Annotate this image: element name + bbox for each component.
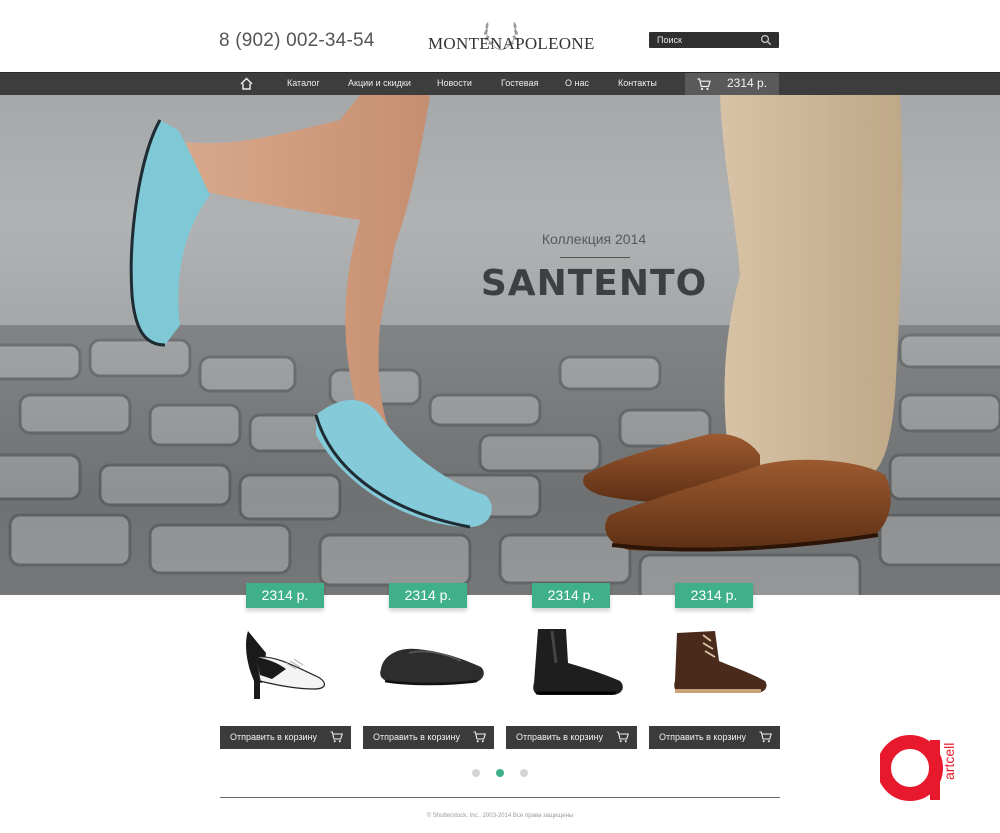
price-tag: 2314 р. [246,583,324,608]
nav-item-news[interactable]: Новости [437,78,472,88]
saddle-heel-shoe-image[interactable] [226,623,346,703]
header: 8 (902) 002-34-54 MONTENAPOLEONE [0,0,1000,72]
nav-item-catalog[interactable]: Каталог [287,78,320,88]
add-to-cart-label: Отправить в корзину [516,732,603,742]
add-to-cart-button[interactable]: Отправить в корзину [363,726,494,749]
cart-icon [473,731,486,743]
cart-icon [697,78,711,91]
svg-text:artcell: artcell [941,743,957,780]
pagination-dot-1[interactable] [472,769,480,777]
logo[interactable]: MONTENAPOLEONE [428,12,595,62]
pagination-dot-2[interactable] [496,769,504,777]
brown-chukka-boot-image[interactable] [655,623,775,703]
cart-icon [616,731,629,743]
add-to-cart-button[interactable]: Отправить в корзину [506,726,637,749]
nav-item-guestbook[interactable]: Гостевая [501,78,538,88]
hero-title: SANTENTO [480,263,708,304]
pagination-dots [466,768,536,778]
cart-total: 2314 р. [727,76,768,90]
cart-icon [330,731,343,743]
add-to-cart-label: Отправить в корзину [373,732,460,742]
price-tag: 2314 р. [532,583,610,608]
nav-item-about[interactable]: О нас [565,78,589,88]
add-to-cart-label: Отправить в корзину [659,732,746,742]
home-icon[interactable] [240,77,253,90]
chelsea-boot-image[interactable] [512,623,632,703]
cart-icon [759,731,772,743]
add-to-cart-button[interactable]: Отправить в корзину [649,726,780,749]
artcell-logo: artcell [880,735,957,801]
hero-photo [0,95,1000,595]
add-to-cart-label: Отправить в корзину [230,732,317,742]
product-list: 2314 р. Отправить в корзину 2314 р. Отпр… [0,583,1000,763]
phone-number: 8 (902) 002-34-54 [219,30,375,51]
product-card: 2314 р. Отправить в корзину [363,583,494,749]
search-icon[interactable] [760,34,772,46]
hero-banner[interactable]: Коллекция 2014 SANTENTO [0,95,1000,595]
cart-button[interactable]: 2314 р. [685,73,779,96]
main-nav: Каталог Акции и скидки Новости Гостевая … [0,72,1000,96]
product-card: 2314 р. Отправить в корзину [220,583,351,749]
hero-divider [560,257,630,258]
footer-divider [220,797,780,798]
logo-text: MONTENAPOLEONE [428,34,595,53]
nav-item-sales[interactable]: Акции и скидки [348,78,411,88]
price-tag: 2314 р. [389,583,467,608]
pagination-dot-3[interactable] [520,769,528,777]
search-box [649,32,779,48]
black-loafer-image[interactable] [369,623,489,703]
add-to-cart-button[interactable]: Отправить в корзину [220,726,351,749]
price-tag: 2314 р. [675,583,753,608]
hero-subtitle: Коллекция 2014 [541,231,647,247]
copyright: © Shutterstock, Inc., 2003-2014 Все прав… [426,813,574,819]
nav-item-contacts[interactable]: Контакты [618,78,657,88]
product-card: 2314 р. Отправить в корзину [649,583,780,749]
search-input[interactable] [649,32,757,48]
product-card: 2314 р. Отправить в корзину [506,583,637,749]
